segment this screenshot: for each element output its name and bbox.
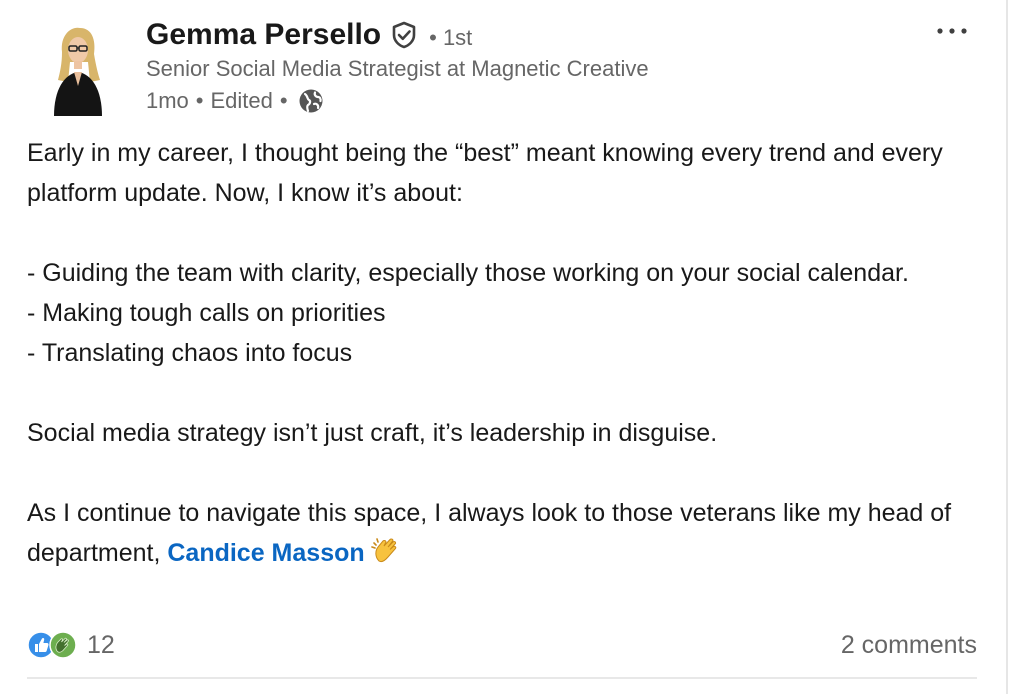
comments-count-link[interactable]: 2 comments xyxy=(841,624,977,666)
post-bullet: - Translating chaos into focus xyxy=(27,339,353,367)
actor-avatar[interactable] xyxy=(46,22,110,116)
post-body: Early in my career, I thought being the … xyxy=(27,133,987,577)
reactions-summary[interactable]: 12 xyxy=(27,624,115,666)
post-text-span: As I continue to navigate this space, I … xyxy=(27,499,952,567)
celebrate-reaction-icon xyxy=(49,631,77,659)
post-bullet: - Guiding the team with clarity, especia… xyxy=(27,259,909,287)
edited-label: Edited xyxy=(210,88,273,113)
post-bullet: - Making tough calls on priorities xyxy=(27,299,386,327)
post-text-line: Early in my career, I thought being the … xyxy=(27,139,943,207)
meta-separator: • xyxy=(195,88,204,113)
divider xyxy=(27,677,977,679)
more-options-icon[interactable] xyxy=(932,14,972,48)
verified-shield-icon xyxy=(389,20,419,50)
post-text-line: As I continue to navigate this space, I … xyxy=(27,493,987,577)
actor-name-row: Gemma Persello • 1st xyxy=(146,14,472,56)
post-header: Gemma Persello • 1st Senior Social Media… xyxy=(0,0,1008,124)
reaction-count: 12 xyxy=(87,630,115,659)
post-timestamp: 1mo xyxy=(146,88,189,113)
social-counts: 12 2 comments xyxy=(27,624,977,666)
actor-name[interactable]: Gemma Persello xyxy=(146,18,381,52)
actor-headline: Senior Social Media Strategist at Magnet… xyxy=(146,56,649,81)
reaction-icons xyxy=(27,629,81,661)
clapping-hands-icon xyxy=(370,535,401,577)
avatar-image xyxy=(54,27,102,116)
meta-separator: • xyxy=(279,88,288,113)
post-text-line: Social media strategy isn’t just craft, … xyxy=(27,419,718,447)
globe-icon xyxy=(297,87,325,115)
mention-link[interactable]: Candice Masson xyxy=(167,539,364,567)
connection-degree: • 1st xyxy=(429,25,473,50)
feed-post-card: Gemma Persello • 1st Senior Social Media… xyxy=(0,0,1008,694)
post-meta: 1mo • Edited • xyxy=(146,86,325,116)
